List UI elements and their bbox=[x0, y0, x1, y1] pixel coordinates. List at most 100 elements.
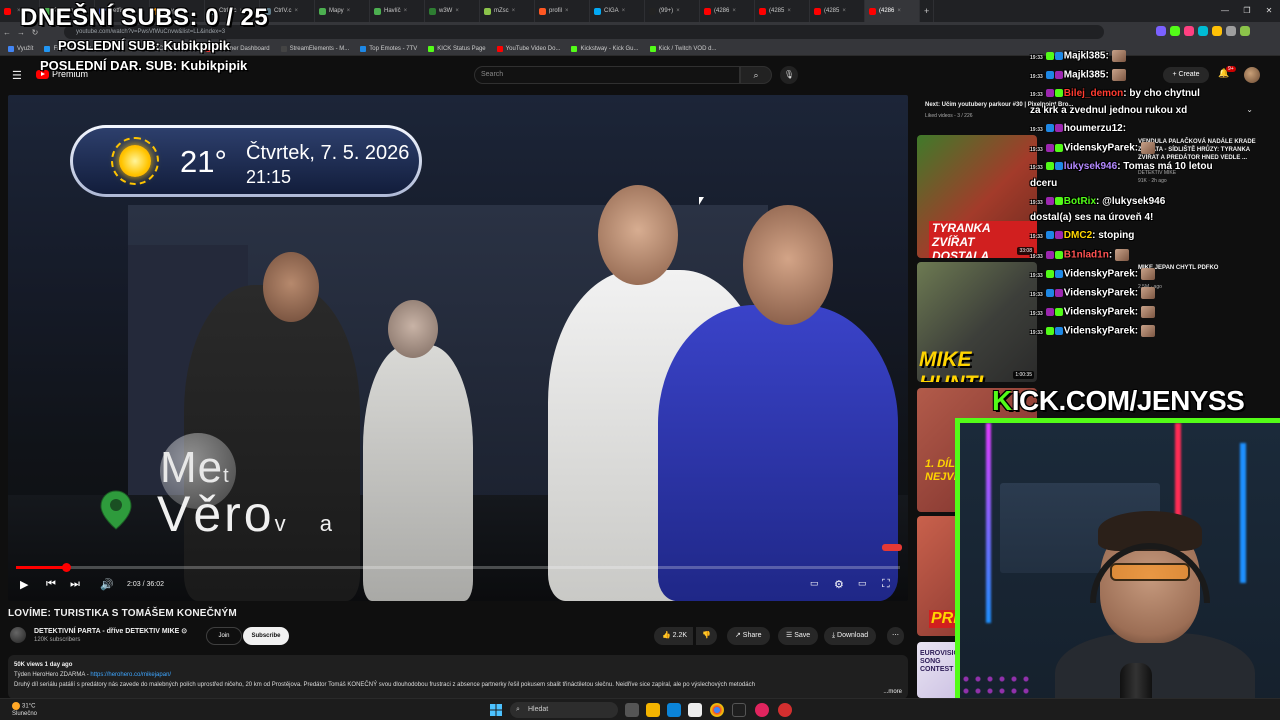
recommendation-thumbnail[interactable]: MIKE HUNTI PDFKA 1:00:35 bbox=[917, 262, 1037, 382]
chat-timestamp: 19:33 bbox=[1030, 73, 1043, 80]
close-icon[interactable]: ✕ bbox=[1258, 0, 1280, 22]
subscribe-button[interactable]: Subscribe bbox=[243, 627, 289, 645]
store-icon[interactable] bbox=[688, 703, 702, 717]
close-tab-icon[interactable]: × bbox=[294, 8, 298, 14]
browser-tab[interactable]: w3W × bbox=[425, 0, 480, 22]
next-icon[interactable]: ⏭ bbox=[70, 578, 80, 591]
channel-name[interactable]: DETEKTIVNÍ PARTA - dříve DETEKTIV MIKE ⊙ bbox=[34, 627, 187, 635]
bookmark-item[interactable]: Kick / Twitch VOD d... bbox=[649, 45, 716, 52]
browser-tab[interactable]: CIGA × bbox=[590, 0, 645, 22]
taskbar-weather[interactable]: 31°C Slunečno bbox=[12, 702, 37, 718]
join-button[interactable]: Join bbox=[206, 627, 242, 645]
browser-tab[interactable]: Mapy × bbox=[315, 0, 370, 22]
close-tab-icon[interactable]: × bbox=[455, 8, 459, 14]
channel-avatar[interactable] bbox=[10, 627, 26, 643]
create-button[interactable]: + Create bbox=[1163, 67, 1209, 83]
person-left-head bbox=[263, 252, 319, 322]
browser-tab[interactable]: (4286 × bbox=[865, 0, 920, 22]
chat-message: dostal(a) ses na úroveň 4! bbox=[1030, 212, 1153, 223]
close-tab-icon[interactable]: × bbox=[404, 8, 408, 14]
windows-start-icon[interactable] bbox=[490, 704, 502, 716]
like-button[interactable]: 👍 2.2K bbox=[654, 627, 694, 645]
bookmark-item[interactable]: Kickstway - Kick Gu... bbox=[571, 45, 639, 52]
fullscreen-icon[interactable]: ⛶ bbox=[882, 578, 890, 591]
close-tab-icon[interactable]: × bbox=[676, 8, 680, 14]
close-tab-icon[interactable]: × bbox=[842, 8, 846, 14]
window-controls: — ❐ ✕ bbox=[1214, 0, 1280, 22]
back-icon[interactable]: ← bbox=[0, 28, 14, 37]
file-explorer-icon[interactable] bbox=[646, 703, 660, 717]
play-icon[interactable]: ▶ bbox=[20, 578, 28, 591]
download-button[interactable]: ⤓ Download bbox=[824, 627, 877, 645]
glasses bbox=[1110, 563, 1190, 581]
close-tab-icon[interactable]: × bbox=[347, 8, 351, 14]
description-link[interactable]: https://herohero.co/mikejapan/ bbox=[90, 672, 171, 678]
extension-icon[interactable] bbox=[1212, 26, 1222, 36]
recommendation-title[interactable]: VENDULA PALAČKOVÁ NADÁLE KRADE ZVÍŘATA -… bbox=[1138, 138, 1266, 162]
chat-message: 19:33 Bilej_demon: by cho chytnul bbox=[1030, 88, 1200, 99]
recommendation-title[interactable]: MIKE JEPAN CHYTL PDFKO bbox=[1138, 264, 1266, 272]
account-avatar[interactable] bbox=[1244, 67, 1260, 83]
menu-icon[interactable]: ☰ bbox=[12, 69, 24, 82]
browser-tab[interactable]: (99+) × bbox=[645, 0, 700, 22]
chat-badge-icon bbox=[1045, 89, 1054, 98]
subtitles-icon[interactable]: ▭ bbox=[810, 578, 819, 589]
extension-icon[interactable] bbox=[1226, 26, 1236, 36]
browser-tab[interactable]: (4285 × bbox=[755, 0, 810, 22]
theater-mode-icon[interactable]: ▭ bbox=[858, 578, 867, 589]
browser-tab[interactable]: (4286 × bbox=[700, 0, 755, 22]
maximize-icon[interactable]: ❐ bbox=[1236, 0, 1258, 22]
share-button[interactable]: ↗ Share bbox=[727, 627, 770, 645]
chrome-icon[interactable] bbox=[710, 703, 724, 717]
browser-tab[interactable]: Havlíč × bbox=[370, 0, 425, 22]
recommendation-thumbnail[interactable]: TYRANKA ZVÍŘAT DOSTALA ZÁSAH! 33:08 bbox=[917, 135, 1037, 258]
volume-icon[interactable]: 🔊 bbox=[100, 578, 114, 591]
browser-tab[interactable]: mZsc × bbox=[480, 0, 535, 22]
minimize-icon[interactable]: — bbox=[1214, 0, 1236, 22]
close-tab-icon[interactable]: × bbox=[512, 8, 516, 14]
profile-icon[interactable] bbox=[1240, 26, 1250, 36]
tab-label: Havlíč bbox=[384, 8, 401, 14]
obs-icon[interactable] bbox=[778, 703, 792, 717]
extension-icon[interactable] bbox=[1198, 26, 1208, 36]
bookmark-item[interactable]: YouTube Video Do... bbox=[496, 45, 560, 52]
close-tab-icon[interactable]: × bbox=[787, 8, 791, 14]
location-line-2-tail: v a bbox=[274, 511, 346, 536]
bookmark-item[interactable]: KICK Status Page bbox=[428, 45, 486, 52]
task-view-icon[interactable] bbox=[625, 703, 639, 717]
browser-tab[interactable]: CtrlV.c × bbox=[260, 0, 315, 22]
close-tab-icon[interactable]: × bbox=[897, 8, 901, 14]
bookmark-item[interactable]: Top Emotes - 7TV bbox=[360, 45, 417, 52]
previous-icon[interactable]: ⏮ bbox=[46, 578, 56, 591]
taskbar-search[interactable]: ⌕ Hledat bbox=[510, 702, 618, 718]
save-button[interactable]: ☰ Save bbox=[778, 627, 819, 645]
edge-icon[interactable] bbox=[667, 703, 681, 717]
chevron-down-icon[interactable]: ⌄ bbox=[1246, 105, 1253, 114]
person-center-head bbox=[598, 185, 678, 285]
more-actions-button[interactable]: ⋯ bbox=[887, 627, 904, 645]
bookmark-item[interactable]: StreamElements - M... bbox=[280, 45, 349, 52]
browser-tab[interactable]: profil × bbox=[535, 0, 590, 22]
search-input[interactable]: Search bbox=[474, 66, 740, 84]
video-progress-bar[interactable] bbox=[16, 563, 900, 572]
close-tab-icon[interactable]: × bbox=[565, 8, 569, 14]
weather-widget: 21° Čtvrtek, 7. 5. 2026 21:15 bbox=[70, 125, 422, 197]
chat-badge-icon bbox=[1045, 124, 1054, 133]
description-box[interactable]: 50K views 1 day ago Týden HeroHero ZDARM… bbox=[8, 655, 908, 699]
search-button[interactable]: ⌕ bbox=[740, 66, 772, 84]
extension-icon[interactable] bbox=[1170, 26, 1180, 36]
voice-search-button[interactable]: 🎙 bbox=[780, 66, 798, 84]
extension-icon[interactable] bbox=[1156, 26, 1166, 36]
browser-tab[interactable]: (4285 × bbox=[810, 0, 865, 22]
bookmark-item[interactable]: Využít bbox=[8, 45, 33, 52]
app-icon[interactable] bbox=[755, 703, 769, 717]
close-tab-icon[interactable]: × bbox=[622, 8, 626, 14]
new-tab-icon[interactable]: + bbox=[920, 0, 935, 22]
video-player[interactable]: 21° Čtvrtek, 7. 5. 2026 21:15 Met Věrov … bbox=[8, 95, 908, 601]
extension-icon[interactable] bbox=[1184, 26, 1194, 36]
dislike-button[interactable]: 👎 bbox=[696, 627, 717, 645]
settings-icon[interactable]: ⚙ bbox=[834, 578, 844, 591]
show-more-link[interactable]: ...more bbox=[883, 687, 902, 697]
terminal-icon[interactable] bbox=[732, 703, 746, 717]
close-tab-icon[interactable]: × bbox=[732, 8, 736, 14]
